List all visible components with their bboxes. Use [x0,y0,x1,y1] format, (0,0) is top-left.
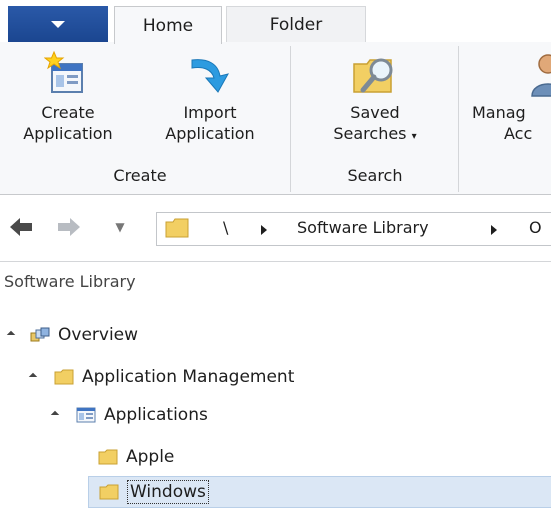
forward-arrow-icon [58,218,80,236]
file-menu-button[interactable] [8,6,108,42]
folder-icon [165,218,189,238]
tree-item-application-management[interactable]: Application Management [28,360,294,394]
ribbon-group-separator [458,46,459,192]
saved-searches-label: Saved Searches ▾ [333,103,417,143]
group-label-create: Create [113,166,167,185]
breadcrumb-software-library[interactable]: Software Library [297,218,429,237]
navigation-pane-title: Software Library [4,272,136,291]
back-arrow-icon [10,218,32,236]
expand-collapse-icon[interactable] [6,330,16,340]
group-label-search: Search [347,166,403,185]
address-bar: ▼ \ Software Library O [0,195,551,262]
tree-item-windows[interactable]: Windows [88,476,551,508]
create-application-label: Create Application [23,103,113,143]
dropdown-arrow-icon: ▾ [411,131,417,142]
breadcrumb-separator-icon[interactable] [261,225,267,235]
user-icon [531,54,551,97]
ribbon: Create Application Import Application Cr… [0,42,551,195]
breadcrumb-separator-icon[interactable] [491,225,497,235]
folder-icon [54,369,74,385]
tree-item-applications[interactable]: Applications [50,398,208,432]
expand-collapse-icon[interactable] [50,410,60,420]
manage-access-label: Manag Acc [472,103,533,143]
breadcrumb-root[interactable]: \ [223,218,228,237]
expand-collapse-icon[interactable] [28,372,38,382]
folder-icon [98,449,118,465]
import-application-label: Import Application [165,103,255,143]
new-application-icon [44,50,83,93]
saved-search-icon [353,58,393,93]
overview-icon [30,327,50,342]
manage-access-button[interactable]: Manag Acc [472,50,551,158]
tree-item-overview[interactable]: Overview [6,318,138,352]
back-button[interactable] [6,212,36,242]
address-path[interactable]: \ Software Library O [156,212,551,246]
create-application-button[interactable]: Create Application [6,50,130,158]
saved-searches-button[interactable]: Saved Searches ▾ [300,50,450,158]
tree-item-apple[interactable]: Apple [98,440,174,474]
chevron-down-icon [51,20,65,28]
navigation-pane: Software Library Overview Application Ma… [0,262,551,514]
history-dropdown-button[interactable]: ▼ [110,212,130,242]
folder-icon [99,484,119,500]
tab-home[interactable]: Home [114,6,222,44]
ribbon-tab-strip: Home Folder [0,0,551,44]
forward-button[interactable] [54,212,84,242]
import-arrow-icon [191,59,229,93]
import-application-button[interactable]: Import Application [146,50,274,158]
applications-icon [76,407,96,423]
chevron-down-icon: ▼ [115,220,125,234]
tab-folder[interactable]: Folder [226,6,366,43]
breadcrumb-overview[interactable]: O [529,218,542,237]
ribbon-group-separator [290,46,291,192]
